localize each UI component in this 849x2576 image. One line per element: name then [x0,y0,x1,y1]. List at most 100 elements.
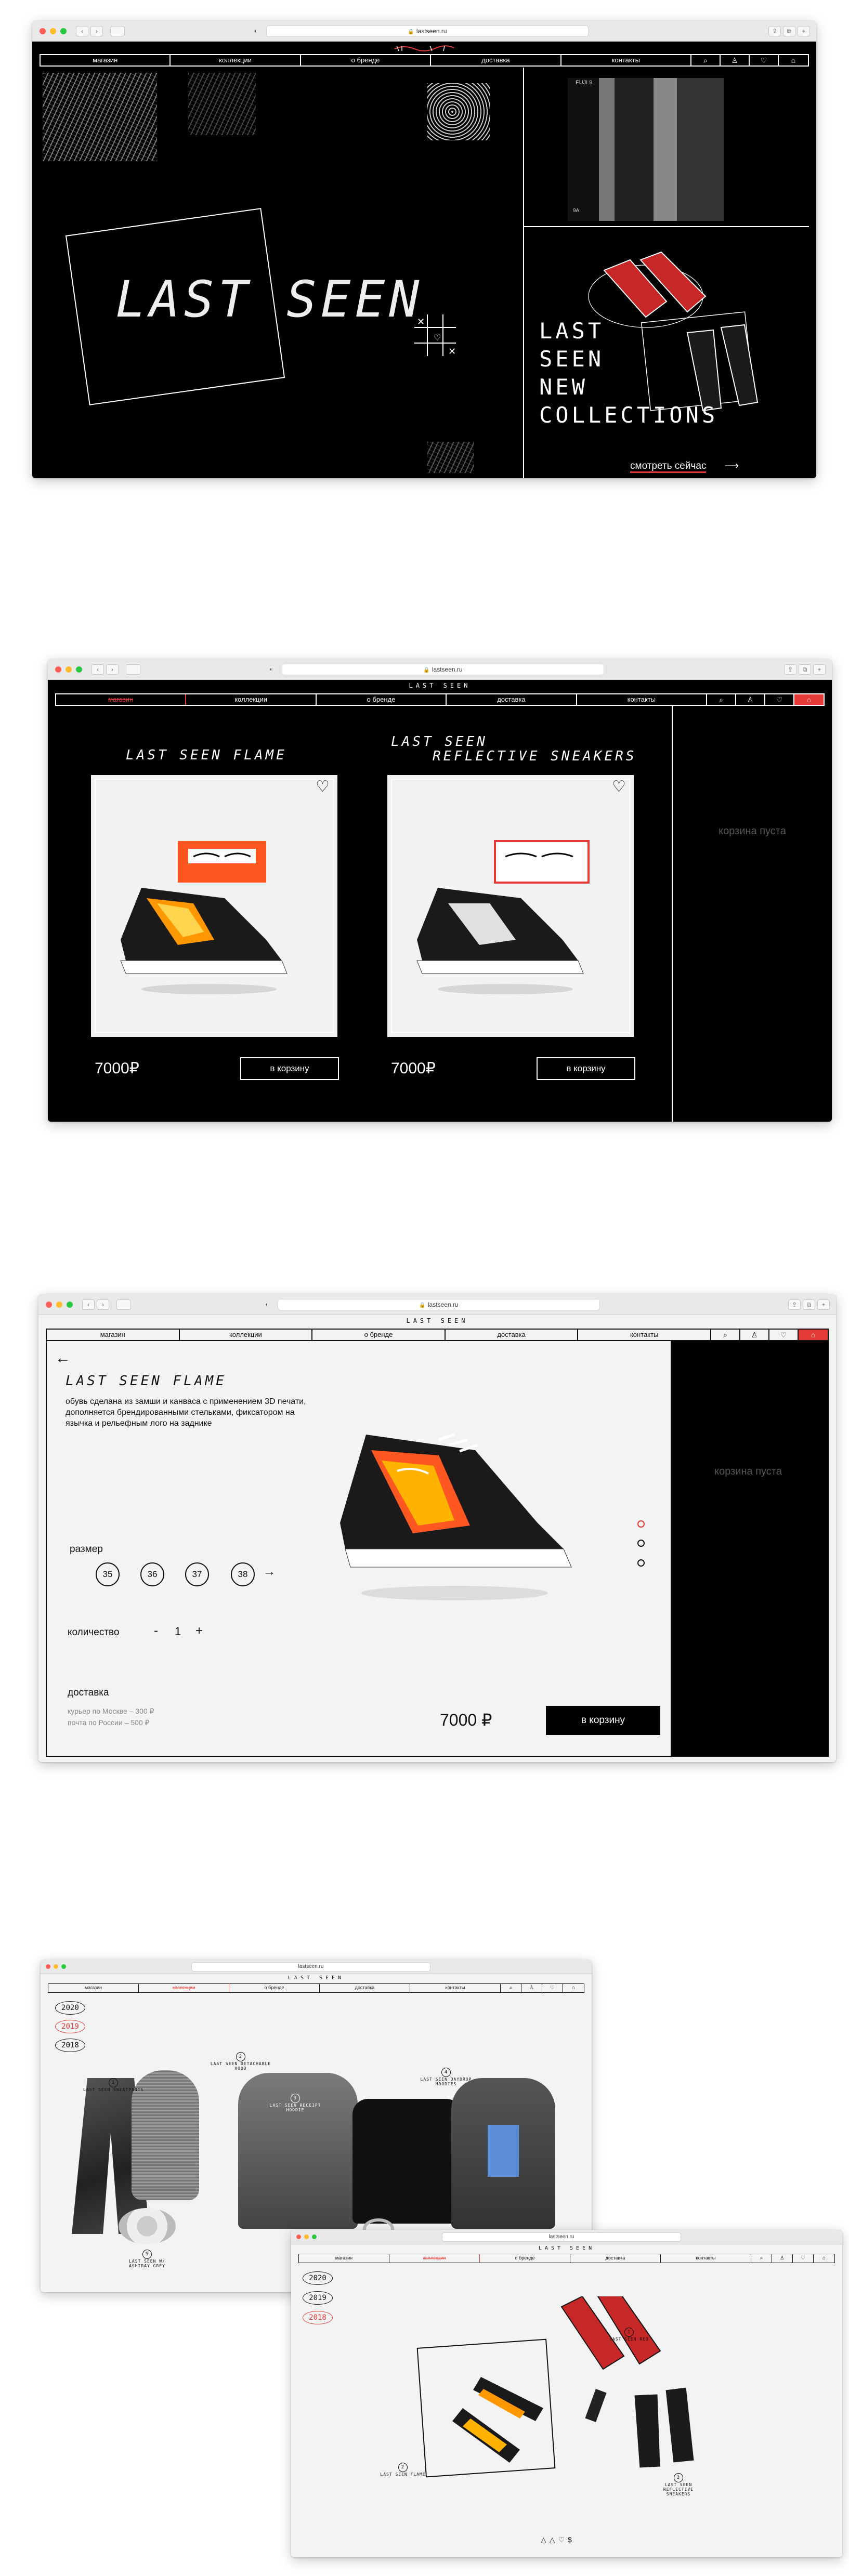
back-arrow-icon[interactable]: ← [55,1349,71,1367]
size-next-arrow-icon[interactable]: → [263,1565,276,1579]
collection-tag[interactable]: 4 LAST SEEN DAYDROP HOODIES [415,2068,477,2086]
heart-icon[interactable]: ♡ [769,1330,799,1340]
new-tab-icon[interactable]: + [817,1299,830,1310]
maximize-window-icon[interactable] [67,1302,73,1308]
heart-icon[interactable]: ♡ [793,2254,814,2263]
nav-shop[interactable]: магазин [47,1330,180,1340]
forward-icon[interactable]: › [97,1299,109,1310]
address-bar[interactable]: 🔒 lastseen.ru [282,664,604,675]
new-tab-icon[interactable]: + [798,26,810,36]
minimize-window-icon[interactable] [304,2235,309,2239]
nav-contacts[interactable]: контакты [661,2254,751,2263]
maximize-window-icon[interactable] [60,28,67,34]
account-icon[interactable]: ♙ [736,694,766,705]
collection-tag[interactable]: 2 LAST SEEN DETACHABLE HOOD [207,2052,275,2071]
nav-collections[interactable]: коллекции [180,1330,313,1340]
address-bar[interactable]: 🔒 lastseen.ru [266,25,589,37]
nav-shop[interactable]: магазин [56,694,187,705]
size-option[interactable]: 37 [185,1562,209,1586]
nav-shop[interactable]: магазин [41,55,171,65]
heart-icon[interactable]: ♡ [765,694,795,705]
collection-tag[interactable]: 3 LAST SEEN RECEIPT HOODIE [264,2094,326,2112]
search-icon[interactable]: ⌕ [691,55,721,65]
search-icon[interactable]: ⌕ [501,1984,521,1992]
new-tab-icon[interactable]: + [813,664,826,675]
cta-link[interactable]: смотреть сейчас ⟶ [630,460,739,473]
nav-delivery[interactable]: доставка [447,694,577,705]
share-icon[interactable]: ⇪ [768,26,781,36]
cart-icon[interactable]: ⌂ [814,2254,834,2263]
add-to-cart-button[interactable]: в корзину [537,1057,635,1080]
size-option[interactable]: 36 [140,1562,164,1586]
year-2020[interactable]: 2020 [303,2271,333,2285]
nav-shop[interactable]: магазин [299,2254,389,2263]
year-2020[interactable]: 2020 [55,2001,85,2015]
nav-about[interactable]: о бренде [480,2254,570,2263]
sidebar-icon[interactable] [110,26,125,36]
account-icon[interactable]: ♙ [721,55,750,65]
nav-about[interactable]: о бренде [317,694,447,705]
product-card[interactable]: LAST SEEN REFLECTIVE SNEAKERS ♡ 7000₽ в … [381,727,641,1101]
year-2018[interactable]: 2018 [303,2311,333,2324]
quantity-plus-button[interactable]: + [195,1624,203,1638]
nav-contacts[interactable]: контакты [578,1330,711,1340]
nav-contacts[interactable]: контакты [410,1984,501,1992]
minimize-window-icon[interactable] [56,1302,62,1308]
sidebar-icon[interactable] [126,664,140,675]
cart-icon[interactable]: ⌂ [563,1984,584,1992]
close-window-icon[interactable] [46,1964,50,1969]
year-2019[interactable]: 2019 [303,2291,333,2305]
maximize-window-icon[interactable] [312,2235,317,2239]
minimize-window-icon[interactable] [50,28,56,34]
nav-contacts[interactable]: контакты [577,694,708,705]
tabs-icon[interactable]: ⧉ [783,26,795,36]
maximize-window-icon[interactable] [76,666,82,673]
nav-delivery[interactable]: доставка [570,2254,661,2263]
forward-icon[interactable]: › [90,26,103,36]
add-to-cart-button[interactable]: в корзину [546,1706,660,1735]
cart-icon[interactable]: ⌂ [794,694,824,705]
tabs-icon[interactable]: ⧉ [799,664,811,675]
sidebar-icon[interactable] [116,1299,131,1310]
account-icon[interactable]: ♙ [521,1984,542,1992]
nav-delivery[interactable]: доставка [446,1330,579,1340]
nav-shop[interactable]: магазин [48,1984,139,1992]
close-window-icon[interactable] [46,1302,52,1308]
year-2018[interactable]: 2018 [55,2039,85,2052]
close-window-icon[interactable] [55,666,61,673]
address-bar[interactable]: 🔒 lastseen.ru [278,1299,600,1310]
privacy-shield-icon[interactable]: ◐ [266,664,277,675]
address-bar[interactable]: lastseen.ru [442,2232,681,2242]
forward-icon[interactable]: › [106,664,119,675]
nav-delivery[interactable]: доставка [431,55,561,65]
nav-collections[interactable]: коллекции [186,694,317,705]
share-icon[interactable]: ⇪ [788,1299,801,1310]
minimize-window-icon[interactable] [54,1964,58,1969]
nav-delivery[interactable]: доставка [320,1984,410,1992]
address-bar[interactable]: lastseen.ru [191,1962,430,1972]
nav-contacts[interactable]: контакты [561,55,692,65]
year-2019[interactable]: 2019 [55,2020,85,2033]
back-icon[interactable]: ‹ [76,26,88,36]
maximize-window-icon[interactable] [61,1964,66,1969]
collection-tag[interactable]: 2 LAST SEEN FLAME [374,2463,432,2477]
collection-tag[interactable]: 1 LAST SEEN RED [603,2328,655,2342]
minimize-window-icon[interactable] [66,666,72,673]
nav-about[interactable]: о бренде [229,1984,320,1992]
nav-collections[interactable]: коллекции [171,55,301,65]
cart-icon[interactable]: ⌂ [798,1330,828,1340]
size-option[interactable]: 35 [96,1562,120,1586]
collection-tag[interactable]: 1 LAST SEEN SWEATPANTS [83,2078,143,2092]
privacy-shield-icon[interactable]: ◐ [251,26,261,36]
heart-icon[interactable]: ♡ [542,1984,563,1992]
size-option[interactable]: 38 [231,1562,255,1586]
wishlist-heart-icon[interactable]: ♡ [316,778,330,796]
add-to-cart-button[interactable]: в корзину [240,1057,339,1080]
share-icon[interactable]: ⇪ [784,664,796,675]
cart-icon[interactable]: ⌂ [779,55,808,65]
search-icon[interactable]: ⌕ [751,2254,772,2263]
collection-tag[interactable]: 3 LAST SEEN REFLECTIVE SNEAKERS [650,2473,707,2496]
nav-collections[interactable]: коллекции [139,1984,229,1992]
close-window-icon[interactable] [296,2235,301,2239]
wishlist-heart-icon[interactable]: ♡ [612,778,626,796]
